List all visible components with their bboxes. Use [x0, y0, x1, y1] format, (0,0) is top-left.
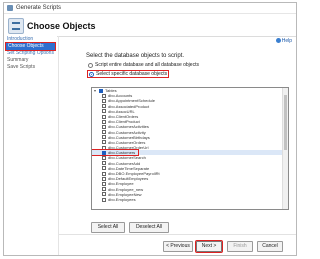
object-checkbox[interactable] [102, 124, 106, 129]
object-checkbox[interactable] [102, 161, 106, 166]
sidebar-item-summary[interactable]: Summary [4, 57, 57, 64]
tree-items: dbo.Accounts dbo.AppointmentSchedule dbo.A… [92, 93, 288, 202]
object-tree[interactable]: ▾ Tables dbo.Accounts dbo.AppointmentSche… [91, 87, 289, 210]
select-all-button[interactable]: Select All [91, 222, 125, 233]
object-checkbox[interactable] [102, 135, 106, 140]
tables-checkbox[interactable] [99, 88, 103, 93]
radio-entire-label: Script entire database and all database … [95, 62, 199, 68]
radio-unchecked[interactable] [88, 62, 93, 68]
app-icon [7, 5, 13, 11]
instruction-text: Select the database objects to script. [86, 53, 185, 59]
radio-specific-highlight: Select specific database objects [86, 70, 170, 78]
object-checkbox[interactable] [102, 150, 106, 155]
window-title: Generate Scripts [16, 5, 62, 11]
tree-item-label: dbo.Employees [108, 196, 136, 202]
scroll-thumb[interactable] [284, 95, 287, 150]
deselect-all-button[interactable]: Deselect All [129, 222, 169, 233]
object-checkbox[interactable] [102, 181, 106, 186]
tree-item-row[interactable]: dbo.Employees [92, 197, 288, 202]
object-checkbox[interactable] [102, 104, 106, 109]
help-label: Help [281, 38, 292, 44]
sidebar-item-save-scripts[interactable]: Save Scripts [4, 64, 57, 71]
sidebar-item-scripting-options[interactable]: Set Scripting Options [4, 50, 57, 57]
wizard-page-icon [8, 18, 24, 34]
object-checkbox[interactable] [102, 93, 106, 98]
radio-specific-label: Select specific database objects [96, 71, 168, 77]
generate-scripts-window: Generate Scripts Choose Objects Help Int… [3, 2, 297, 256]
radio-specific-objects[interactable]: Select specific database objects [86, 70, 170, 78]
radio-checked[interactable] [89, 71, 94, 77]
previous-button[interactable]: < Previous [163, 241, 193, 252]
object-checkbox[interactable] [102, 197, 106, 202]
tree-item-content: dbo.Employees [92, 197, 136, 202]
wizard-sidebar: Introduction Choose Objects Set Scriptin… [4, 36, 57, 255]
content-panel: Select the database objects to script. S… [58, 36, 296, 255]
page-title: Choose Objects [27, 21, 96, 31]
sidebar-item-choose-objects[interactable]: Choose Objects [5, 42, 56, 51]
tree-scrollbar[interactable] [282, 88, 288, 209]
help-link[interactable]: Help [275, 38, 292, 44]
object-checkbox[interactable] [102, 156, 106, 161]
finish-button[interactable]: Finish [227, 241, 253, 252]
cancel-button[interactable]: Cancel [257, 241, 283, 252]
sidebar-item-introduction[interactable]: Introduction [4, 36, 57, 43]
object-checkbox[interactable] [102, 187, 106, 192]
object-checkbox[interactable] [102, 145, 106, 150]
radio-entire-database[interactable]: Script entire database and all database … [88, 62, 199, 68]
object-checkbox[interactable] [102, 192, 106, 197]
object-checkbox[interactable] [102, 109, 106, 114]
object-checkbox[interactable] [102, 119, 106, 124]
object-checkbox[interactable] [102, 98, 106, 103]
object-checkbox[interactable] [102, 166, 106, 171]
object-checkbox[interactable] [102, 140, 106, 145]
title-bar: Generate Scripts [4, 3, 296, 14]
help-icon [275, 38, 281, 44]
object-checkbox[interactable] [102, 130, 106, 135]
object-checkbox[interactable] [102, 176, 106, 181]
object-checkbox[interactable] [102, 171, 106, 176]
wizard-footer: < Previous Next > Finish Cancel [59, 234, 296, 255]
next-button[interactable]: Next > [195, 240, 223, 253]
object-checkbox[interactable] [102, 114, 106, 119]
page-header: Choose Objects [4, 14, 296, 37]
